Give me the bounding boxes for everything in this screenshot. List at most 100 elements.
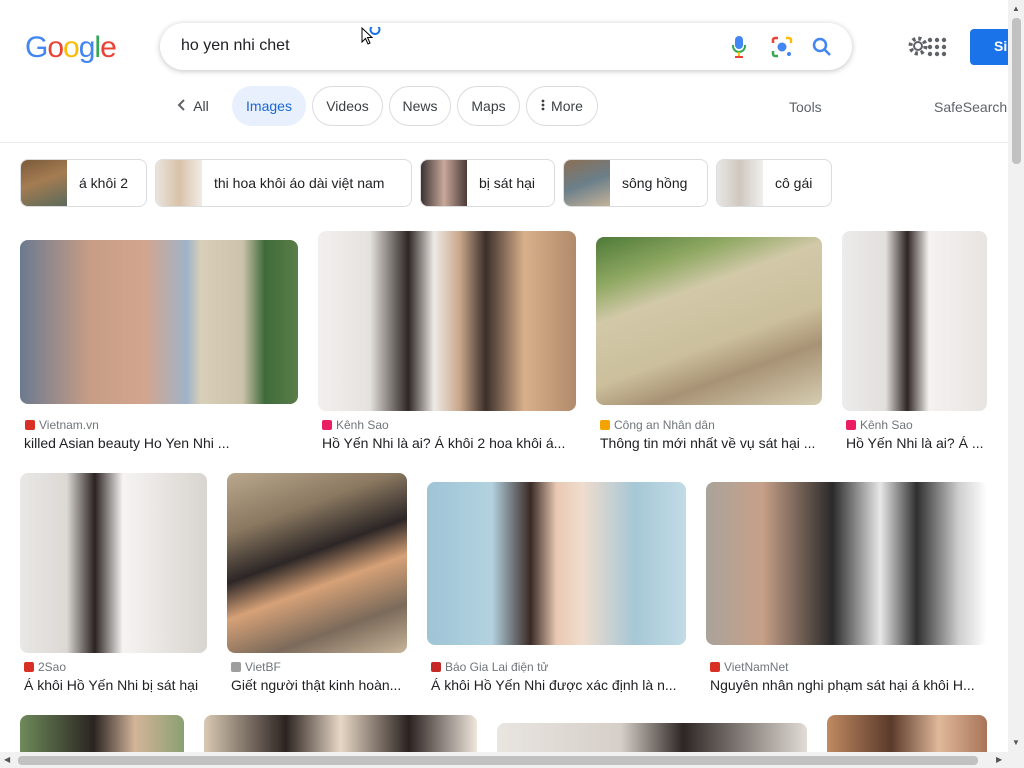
logo-letter: g: [78, 31, 96, 64]
source-label: Báo Gia Lai điện tử: [445, 660, 549, 674]
result-title[interactable]: Hồ Yến Nhi là ai? Á khôi 2 hoa khôi á...: [322, 435, 576, 451]
result-title[interactable]: Á khôi Hồ Yến Nhi bị sát hại: [24, 677, 207, 693]
tab-videos[interactable]: Videos: [312, 86, 383, 126]
search-box[interactable]: ho yen nhi chet: [160, 23, 852, 70]
result-image: [20, 715, 184, 752]
result-title[interactable]: Á khôi Hồ Yến Nhi được xác định là n...: [431, 677, 686, 693]
scroll-right-arrow-icon[interactable]: ▶: [996, 755, 1002, 764]
chip-thumbnail: [156, 160, 202, 206]
logo-letter: G: [25, 31, 48, 64]
image-result[interactable]: [20, 715, 184, 752]
result-source: 2Sao: [24, 660, 66, 674]
image-result[interactable]: VietNamNet Nguyên nhân nghi phạm sát hại…: [706, 473, 987, 703]
chip-label: á khôi 2: [79, 175, 129, 191]
result-title[interactable]: Thông tin mới nhất về vụ sát hại ...: [600, 435, 822, 451]
image-result[interactable]: Công an Nhân dân Thông tin mới nhất về v…: [596, 231, 822, 461]
mouse-cursor-icon: [361, 24, 383, 54]
related-chip[interactable]: sông hồng: [563, 159, 708, 207]
tab-images[interactable]: Images: [232, 86, 306, 126]
tab-more[interactable]: More: [526, 86, 598, 126]
result-image: [227, 473, 407, 653]
apps-grid-icon[interactable]: [927, 37, 947, 57]
chip-thumbnail: [421, 160, 467, 206]
image-result[interactable]: Vietnam.vn killed Asian beauty Ho Yen Nh…: [20, 231, 298, 461]
tools-button[interactable]: Tools: [789, 99, 822, 115]
vertical-scroll-thumb[interactable]: [1012, 18, 1021, 164]
source-label: Vietnam.vn: [39, 418, 99, 432]
source-label: Kênh Sao: [860, 418, 913, 432]
source-label: Kênh Sao: [336, 418, 389, 432]
chip-label: cô gái: [775, 175, 813, 191]
logo-letter: e: [100, 31, 117, 64]
search-tabs: All Images Videos News Maps More: [0, 86, 1010, 126]
chip-thumbnail: [564, 160, 610, 206]
result-title[interactable]: Hồ Yến Nhi là ai? Á ...: [846, 435, 987, 451]
result-source: Công an Nhân dân: [600, 418, 715, 432]
image-result[interactable]: [204, 715, 477, 752]
horizontal-scroll-thumb[interactable]: [18, 756, 978, 765]
logo-letter: o: [63, 31, 80, 64]
logo-letter: o: [47, 31, 64, 64]
tab-label: All: [193, 98, 209, 114]
tab-all[interactable]: All: [170, 86, 216, 126]
source-favicon: [25, 420, 35, 430]
related-chip[interactable]: á khôi 2: [20, 159, 147, 207]
horizontal-scrollbar[interactable]: ◀ ▶: [0, 752, 1024, 768]
result-title[interactable]: Nguyên nhân nghi phạm sát hại á khôi H..…: [710, 677, 987, 693]
source-label: 2Sao: [38, 660, 67, 674]
chip-thumbnail: [21, 160, 67, 206]
scroll-left-arrow-icon[interactable]: ◀: [4, 755, 10, 764]
more-vert-icon: [541, 98, 545, 114]
source-favicon: [431, 662, 441, 672]
tab-maps[interactable]: Maps: [457, 86, 520, 126]
image-result[interactable]: Kênh Sao Hồ Yến Nhi là ai? Á khôi 2 hoa …: [318, 231, 576, 461]
source-favicon: [322, 420, 332, 430]
mic-icon[interactable]: [727, 35, 751, 59]
image-result[interactable]: VietBF Giết người thật kinh hoàn...: [227, 473, 407, 703]
result-image: [427, 482, 686, 645]
chip-label: sông hồng: [622, 175, 688, 191]
source-label: VietBF: [245, 660, 281, 674]
result-image: [20, 240, 298, 404]
result-image: [596, 237, 822, 405]
result-image: [20, 473, 207, 653]
source-favicon: [24, 662, 34, 672]
image-result[interactable]: [827, 715, 987, 752]
header-divider: [0, 142, 1008, 143]
chip-thumbnail: [717, 160, 763, 206]
vertical-scrollbar[interactable]: ▲ ▼: [1008, 0, 1024, 752]
related-chip[interactable]: bị sát hại: [420, 159, 555, 207]
related-chip[interactable]: cô gái: [716, 159, 832, 207]
result-image: [318, 231, 576, 411]
tab-news[interactable]: News: [389, 86, 451, 126]
result-source: Kênh Sao: [846, 418, 913, 432]
chevron-left-icon: [177, 98, 185, 114]
related-chip[interactable]: thi hoa khôi áo dài việt nam: [155, 159, 412, 207]
chip-label: bị sát hại: [479, 175, 536, 191]
result-title[interactable]: Giết người thật kinh hoàn...: [231, 677, 407, 693]
scroll-up-arrow-icon[interactable]: ▲: [1012, 4, 1020, 13]
result-image: [827, 715, 987, 752]
scroll-down-arrow-icon[interactable]: ▼: [1012, 738, 1020, 747]
source-label: Công an Nhân dân: [614, 418, 715, 432]
source-favicon: [846, 420, 856, 430]
image-result[interactable]: Báo Gia Lai điện tử Á khôi Hồ Yến Nhi đư…: [427, 473, 686, 703]
lens-icon[interactable]: [770, 35, 794, 59]
tab-label: More: [551, 98, 583, 114]
safesearch-button[interactable]: SafeSearch: [934, 99, 1007, 115]
image-result[interactable]: [497, 723, 807, 752]
result-source: VietBF: [231, 660, 281, 674]
image-result[interactable]: 2Sao Á khôi Hồ Yến Nhi bị sát hại: [20, 473, 207, 703]
source-favicon: [600, 420, 610, 430]
image-result[interactable]: Kênh Sao Hồ Yến Nhi là ai? Á ...: [842, 231, 987, 461]
search-icon[interactable]: [810, 35, 834, 59]
search-input[interactable]: ho yen nhi chet: [181, 37, 290, 55]
source-favicon: [710, 662, 720, 672]
source-label: VietNamNet: [724, 660, 789, 674]
result-source: Kênh Sao: [322, 418, 389, 432]
result-image: [497, 723, 807, 752]
result-source: Vietnam.vn: [25, 418, 99, 432]
google-logo[interactable]: Google: [25, 31, 117, 65]
source-favicon: [231, 662, 241, 672]
result-title[interactable]: killed Asian beauty Ho Yen Nhi ...: [24, 435, 298, 451]
